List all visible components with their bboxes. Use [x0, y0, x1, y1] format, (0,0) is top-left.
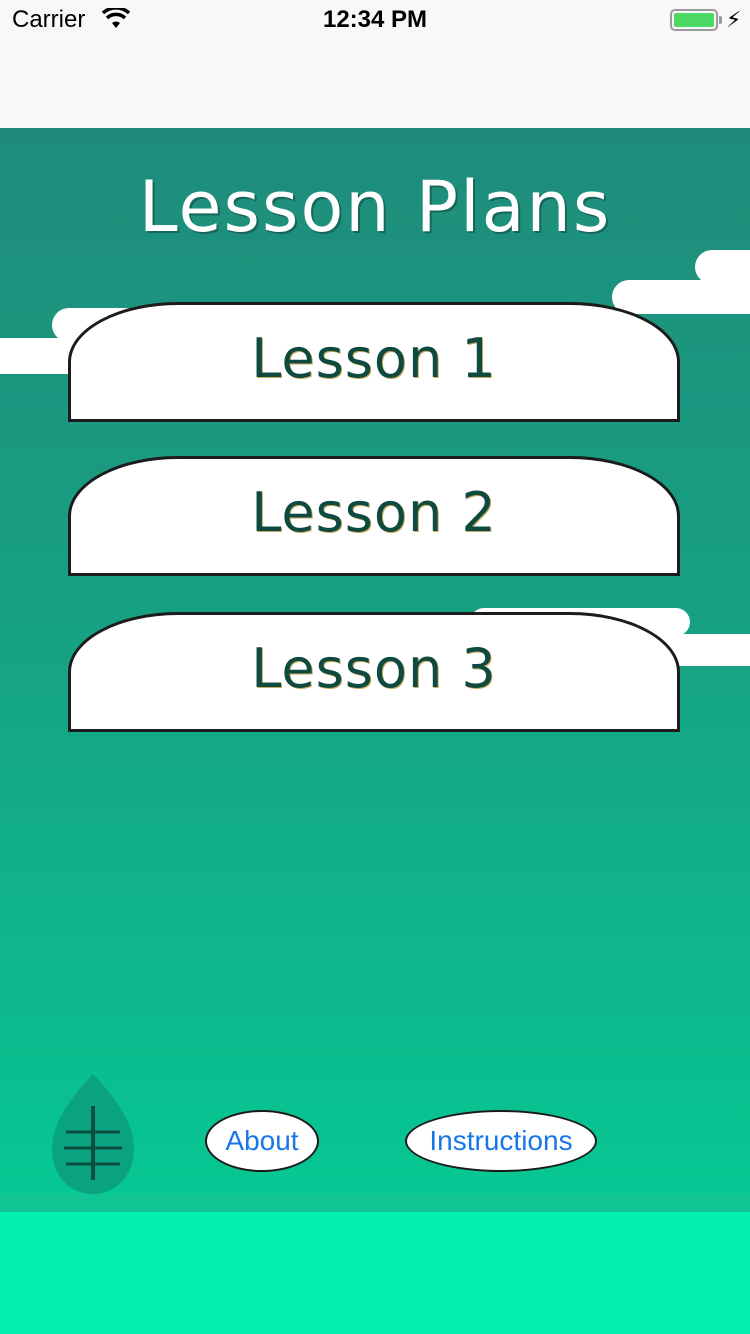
status-bar: Carrier 12:34 PM ⚡︎ — [0, 0, 750, 40]
lesson-plans-screen: Lesson Plans Lesson 1 Lesson 2 Lesson 3 … — [0, 128, 750, 1334]
battery-tip — [719, 16, 722, 24]
instructions-label: Instructions — [429, 1125, 573, 1156]
ground-edge — [0, 1194, 750, 1212]
ground — [0, 1212, 750, 1334]
battery-icon — [670, 9, 718, 31]
lesson-1-button[interactable]: Lesson 1 — [68, 302, 680, 422]
about-label: About — [225, 1125, 299, 1156]
cloud-decoration — [695, 250, 750, 284]
lesson-3-button[interactable]: Lesson 3 — [68, 612, 680, 732]
lesson-2-button[interactable]: Lesson 2 — [68, 456, 680, 576]
status-time: 12:34 PM — [322, 6, 428, 33]
charging-bolt-icon: ⚡︎ — [726, 7, 742, 32]
cloud-decoration — [612, 280, 750, 314]
leaf-icon — [52, 1074, 134, 1194]
page-title: Lesson Plans — [138, 166, 612, 248]
lesson-2-label: Lesson 2 — [251, 481, 497, 544]
lesson-3-label: Lesson 3 — [251, 637, 497, 700]
lesson-1-label: Lesson 1 — [251, 327, 497, 390]
instructions-button[interactable]: Instructions — [405, 1110, 597, 1172]
about-button[interactable]: About — [205, 1110, 319, 1172]
battery-level-fill — [674, 13, 714, 27]
navigation-bar — [0, 40, 750, 129]
